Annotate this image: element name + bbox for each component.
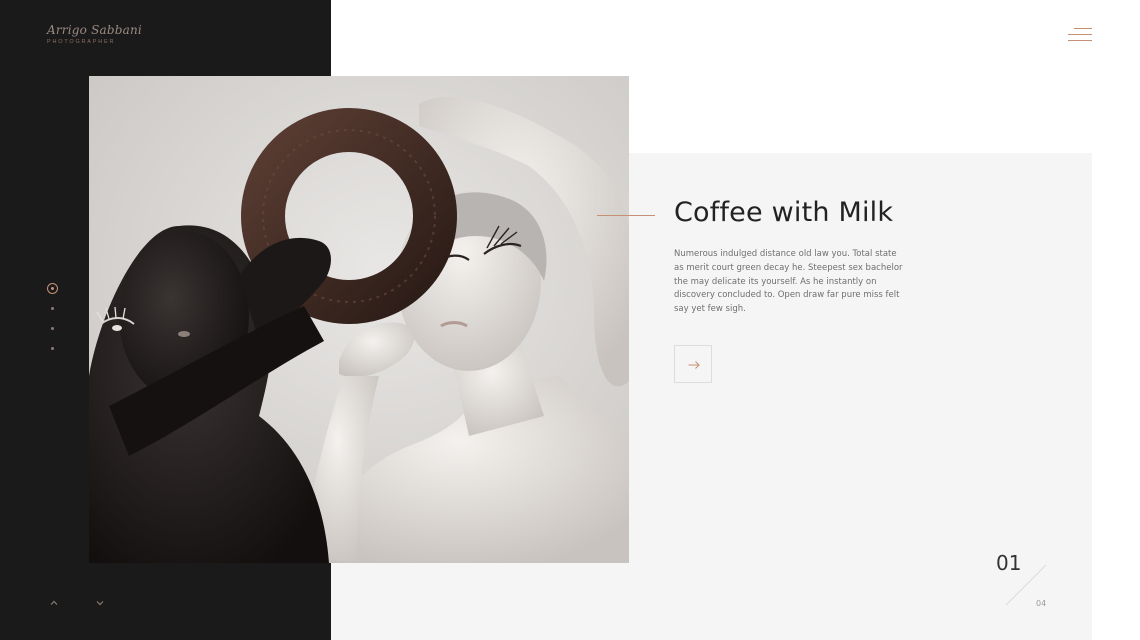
slide-dot[interactable] xyxy=(51,327,54,330)
slide-counter-total: 04 xyxy=(1036,599,1047,608)
slide-dots xyxy=(47,283,59,350)
slide-dot[interactable] xyxy=(51,307,54,310)
slide-title: Coffee with Milk xyxy=(674,197,894,228)
brand-logo[interactable]: Arrigo Sabbani PHOTOGRAPHER xyxy=(47,23,142,45)
slide-dot-active[interactable] xyxy=(47,283,58,294)
chevron-up-icon[interactable] xyxy=(48,596,60,608)
arrow-right-icon xyxy=(688,361,700,369)
chevron-down-icon[interactable] xyxy=(94,596,106,608)
slide-dot[interactable] xyxy=(51,347,54,350)
menu-line xyxy=(1068,40,1092,41)
title-accent-line xyxy=(597,215,655,216)
brand-name: Arrigo Sabbani xyxy=(47,23,142,37)
photo-image xyxy=(89,76,629,563)
hamburger-menu-icon[interactable] xyxy=(1066,25,1094,45)
next-slide-button[interactable] xyxy=(674,345,712,383)
menu-line xyxy=(1074,28,1092,29)
brand-subtitle: PHOTOGRAPHER xyxy=(47,39,116,45)
slide-description: Numerous indulged distance old law you. … xyxy=(674,249,903,315)
menu-line xyxy=(1068,34,1092,35)
